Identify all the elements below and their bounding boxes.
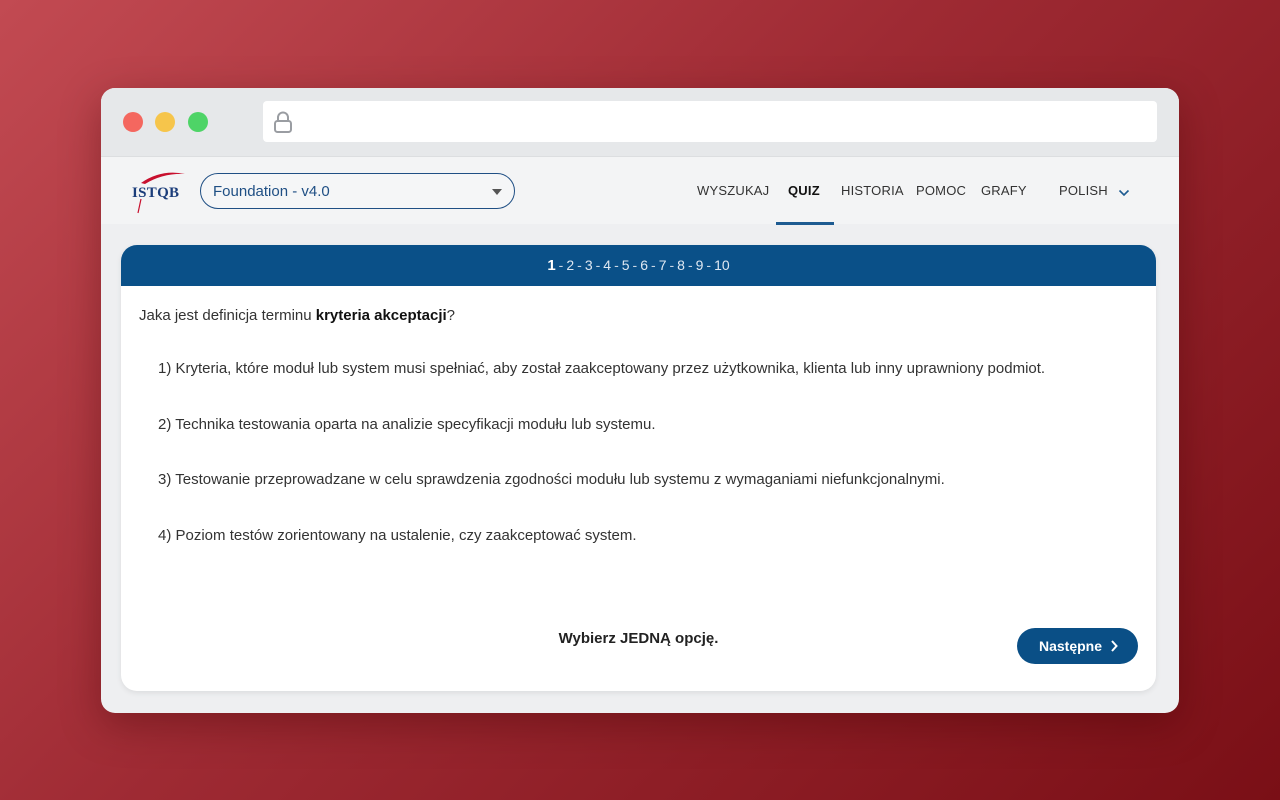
instruction-text: Wybierz JEDNĄ opcję. (558, 630, 719, 647)
next-button-label: Następne (1039, 638, 1103, 654)
nav-pomoc[interactable]: POMOC (916, 183, 966, 198)
istqb-logo[interactable]: ISTQB (127, 167, 187, 215)
question-pager: 1-2-3-4-5-6-7-8-9-10 (121, 245, 1156, 286)
page-link-3[interactable]: 3 (585, 257, 593, 273)
pager-separator: - (632, 257, 638, 273)
lock-icon (273, 111, 293, 133)
page-link-5[interactable]: 5 (622, 257, 630, 273)
page-link-4[interactable]: 4 (603, 257, 611, 273)
question-suffix: ? (446, 307, 456, 324)
browser-titlebar (101, 88, 1179, 156)
pager-separator: - (558, 257, 564, 273)
next-button[interactable]: Następne (1017, 628, 1138, 664)
pager-separator: - (651, 257, 656, 273)
pager-separator: - (614, 257, 619, 273)
maximize-window-button[interactable] (188, 112, 208, 132)
nav-grafy[interactable]: GRAFY (981, 183, 1027, 198)
version-select-value: Foundation - v4.0 (213, 183, 330, 200)
close-window-button[interactable] (123, 112, 143, 132)
page-link-2[interactable]: 2 (566, 257, 574, 273)
page-link-1[interactable]: 1 (547, 257, 555, 274)
answer-option-2[interactable]: 2) Technika testowania oparta na analizi… (158, 416, 656, 433)
chevron-right-icon (1111, 640, 1118, 652)
language-select[interactable]: POLISH (1059, 183, 1108, 198)
minimize-window-button[interactable] (155, 112, 175, 132)
app-header: ISTQB Foundation - v4.0 WYSZUKAJ QUIZ HI… (101, 156, 1179, 225)
pager-separator: - (706, 257, 712, 273)
question-text: Jaka jest definicja terminu kryteria akc… (139, 307, 455, 324)
address-bar[interactable] (263, 101, 1157, 142)
chevron-down-icon[interactable] (1118, 185, 1130, 197)
pager-separator: - (595, 257, 601, 273)
quiz-card: 1-2-3-4-5-6-7-8-9-10 Jaka jest definicja… (121, 245, 1156, 691)
version-select[interactable]: Foundation - v4.0 (200, 173, 515, 209)
page-link-10[interactable]: 10 (714, 257, 730, 273)
pager-separator: - (687, 257, 693, 273)
logo-text: ISTQB (132, 185, 180, 201)
browser-window: ISTQB Foundation - v4.0 WYSZUKAJ QUIZ HI… (101, 88, 1179, 713)
answer-option-3[interactable]: 3) Testowanie przeprowadzane w celu spra… (158, 471, 945, 488)
pager-separator: - (669, 257, 675, 273)
pager-separator: - (577, 257, 582, 273)
caret-down-icon (492, 189, 502, 195)
page-link-8[interactable]: 8 (677, 257, 685, 273)
answer-option-4[interactable]: 4) Poziom testów zorientowany na ustalen… (158, 527, 637, 544)
answer-option-1[interactable]: 1) Kryteria, które moduł lub system musi… (158, 360, 1045, 377)
nav-quiz[interactable]: QUIZ (788, 183, 820, 198)
question-prefix: Jaka jest definicja terminu (139, 307, 316, 324)
page-link-6[interactable]: 6 (640, 257, 648, 273)
nav-wyszukaj[interactable]: WYSZUKAJ (697, 183, 769, 198)
question-term: kryteria akceptacji (315, 307, 447, 324)
active-tab-indicator (776, 222, 834, 225)
nav-historia[interactable]: HISTORIA (841, 183, 904, 198)
